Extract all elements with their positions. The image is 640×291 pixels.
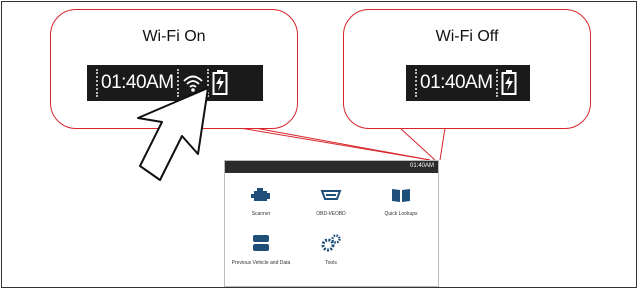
app-obd[interactable]: OBD-I/EOBD bbox=[301, 187, 361, 217]
app-label: Scanner bbox=[251, 211, 271, 217]
obd-connector-icon bbox=[320, 187, 342, 203]
app-label: Previous Vehicle and Data bbox=[231, 260, 291, 266]
app-previous-vehicle[interactable]: Previous Vehicle and Data bbox=[231, 234, 291, 266]
app-label: OBD-I/EOBD bbox=[316, 211, 346, 217]
book-icon bbox=[391, 187, 411, 203]
vehicles-icon bbox=[251, 234, 271, 252]
engine-icon bbox=[251, 187, 271, 203]
gears-icon bbox=[321, 234, 341, 252]
device-statusbar-time: 01:40AM bbox=[409, 163, 434, 169]
app-scanner[interactable]: Scanner bbox=[231, 187, 291, 217]
app-label: Tools bbox=[325, 260, 337, 266]
device-home-screen: 01:40AM Scanner OBD-I/EOBD Quick Lookups… bbox=[224, 160, 439, 287]
device-statusbar: 01:40AM bbox=[225, 161, 438, 173]
app-label: Quick Lookups bbox=[384, 211, 418, 217]
app-quick-lookups[interactable]: Quick Lookups bbox=[371, 187, 431, 217]
app-tools[interactable]: Tools bbox=[301, 234, 361, 266]
